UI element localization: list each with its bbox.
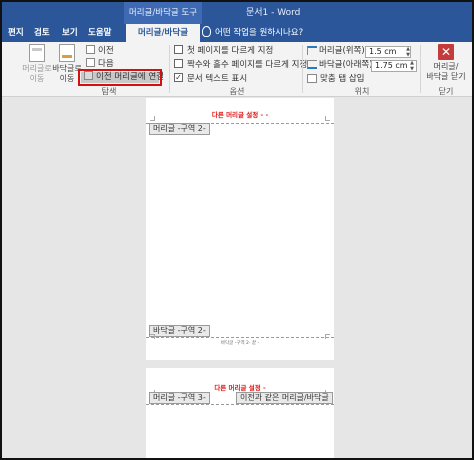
margin-corner-mark <box>150 334 155 339</box>
group-divider <box>420 45 421 93</box>
checkbox-unchecked-icon <box>174 45 183 54</box>
footer-from-bottom-row: 바닥글(아래쪽): <box>307 58 375 72</box>
options-group-label: 옵션 <box>229 87 245 96</box>
margin-corner-mark <box>325 334 330 339</box>
lightbulb-icon <box>202 26 211 37</box>
insert-alignment-tab-label: 맞춤 탭 삽입 <box>320 74 365 84</box>
close-icon: ✕ <box>438 44 454 60</box>
group-divider <box>302 45 303 93</box>
close-header-footer-label: 머리글/ 바닥글 닫기 <box>426 62 466 81</box>
group-divider <box>169 45 170 93</box>
different-first-page-checkbox[interactable]: 첫 페이지를 다르게 지정 <box>174 45 273 58</box>
alignment-tab-icon <box>307 74 317 83</box>
goto-header-button[interactable]: 머리글로 이동 <box>20 44 54 84</box>
header-section-tag: 머리글 -구역 2- <box>149 123 210 135</box>
highlight-box <box>78 69 162 86</box>
margin-corner-mark <box>325 116 330 121</box>
different-first-page-label: 첫 페이지를 다르게 지정 <box>187 46 274 56</box>
footer-spinner[interactable]: ▲ ▼ <box>408 60 416 72</box>
ribbon: 머리글로 이동 바닥글로 이동 이전 다음 이전 머리글에 연결 탐색 첫 페이… <box>2 42 472 97</box>
close-header-footer-button[interactable]: ✕ 머리글/ 바닥글 닫기 <box>422 44 470 82</box>
word-window: 머리글/바닥글 도구 문서1 - Word 편지 검토 보기 도움말 머리글/바… <box>2 2 472 458</box>
checkbox-checked-icon: ✓ <box>174 73 183 82</box>
header-section-tag: 머리글 -구역 3- <box>149 392 210 404</box>
footer-from-bottom-label: 바닥글(아래쪽): <box>319 60 376 70</box>
footer-text[interactable]: 바닥글 -구역 2- 끝 - <box>146 340 334 346</box>
different-odd-even-label: 짝수와 홀수 페이지를 다르게 지정 <box>187 60 308 70</box>
page[interactable]: 다른 머리글 설정 - 머리글 -구역 3- 이전과 같은 머리글/바닥글 <box>146 368 334 458</box>
tab-mailings[interactable]: 편지 <box>8 24 24 42</box>
previous-icon <box>86 45 95 54</box>
checkbox-unchecked-icon <box>174 59 183 68</box>
page[interactable]: 다른 머리글 설정 - - 머리글 -구역 2- 바닥글 -구역 2- 바닥글 … <box>146 98 334 360</box>
tell-me-search[interactable]: 어떤 작업을 원하시나요? <box>202 24 303 42</box>
next-label: 다음 <box>98 59 114 69</box>
different-odd-even-checkbox[interactable]: 짝수와 홀수 페이지를 다르게 지정 <box>174 59 307 72</box>
tab-view[interactable]: 보기 <box>62 24 78 42</box>
navigation-group-label: 탐색 <box>101 87 117 96</box>
header-boundary-line <box>146 404 334 405</box>
previous-section-button[interactable]: 이전 <box>86 45 114 58</box>
insert-alignment-tab-button[interactable]: 맞춤 탭 삽입 <box>307 72 365 86</box>
footer-position-icon <box>307 60 317 69</box>
show-document-text-checkbox[interactable]: ✓ 문서 텍스트 표시 <box>174 73 247 86</box>
margin-corner-mark <box>150 116 155 121</box>
header-text[interactable]: 다른 머리글 설정 - <box>146 382 334 392</box>
goto-header-label: 머리글로 이동 <box>22 64 52 83</box>
next-icon <box>86 58 95 67</box>
header-from-top-label: 머리글(위쪽): <box>319 46 368 56</box>
tab-help[interactable]: 도움말 <box>88 24 111 42</box>
ribbon-tabs: 편지 검토 보기 도움말 머리글/바닥글 어떤 작업을 원하시나요? <box>2 24 472 42</box>
footer-section-tag: 바닥글 -구역 2- <box>149 325 210 337</box>
tell-me-text: 어떤 작업을 원하시나요? <box>215 28 304 38</box>
title-bar: 머리글/바닥글 도구 문서1 - Word <box>2 2 472 24</box>
tab-header-footer[interactable]: 머리글/바닥글 <box>126 24 200 42</box>
close-group-label: 닫기 <box>438 87 454 96</box>
same-as-previous-tag: 이전과 같은 머리글/바닥글 <box>236 392 333 404</box>
header-text[interactable]: 다른 머리글 설정 - - <box>146 109 334 119</box>
goto-footer-icon <box>59 44 75 62</box>
document-area[interactable]: 다른 머리글 설정 - - 머리글 -구역 2- 바닥글 -구역 2- 바닥글 … <box>2 98 472 458</box>
document-title: 문서1 - Word <box>246 8 301 18</box>
header-spinner[interactable]: ▲ ▼ <box>404 46 412 58</box>
header-footer-tools-context-label: 머리글/바닥글 도구 <box>124 2 202 24</box>
previous-label: 이전 <box>98 46 114 56</box>
footer-boundary-line <box>146 337 334 338</box>
header-from-top-row: 머리글(위쪽): <box>307 44 368 58</box>
position-group-label: 위치 <box>354 87 370 96</box>
goto-header-icon <box>29 44 45 62</box>
tab-review[interactable]: 검토 <box>34 24 50 42</box>
show-document-text-label: 문서 텍스트 표시 <box>187 74 248 84</box>
header-position-icon <box>307 46 317 55</box>
